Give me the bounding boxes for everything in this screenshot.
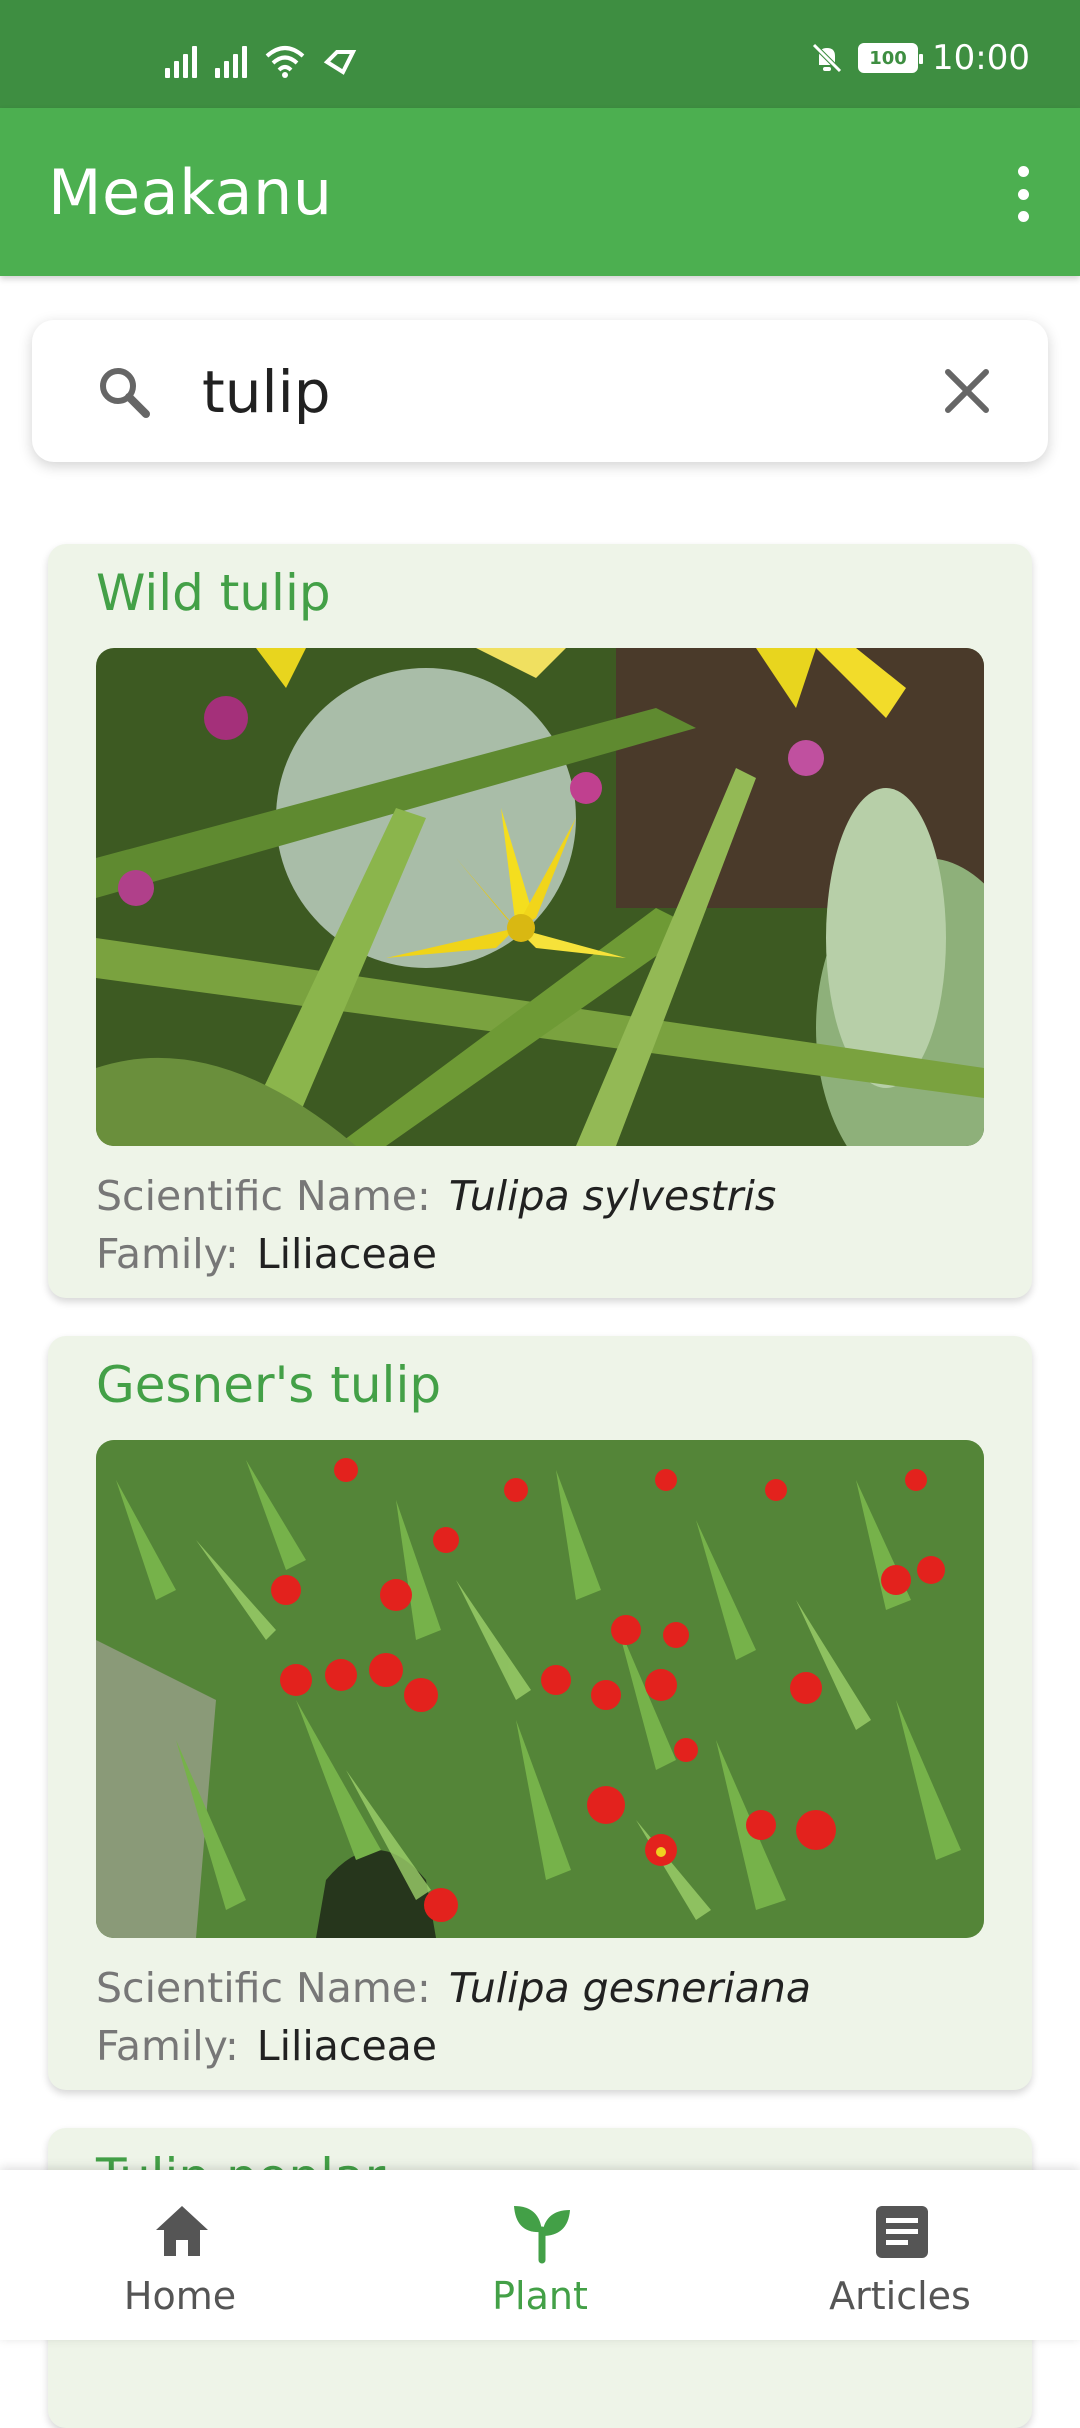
family-label: Family: <box>96 1230 239 1278</box>
scientific-name-label: Scientific Name: <box>96 1172 431 1220</box>
family-row: Family: Liliaceae <box>96 2022 437 2070</box>
scientific-name-row: Scientific Name: Tulipa gesneriana <box>96 1964 811 2012</box>
bottom-navigation: Home Plant Articles <box>0 2170 1080 2340</box>
plant-common-name: Wild tulip <box>96 564 331 622</box>
family-label: Family: <box>96 2022 239 2070</box>
plant-card[interactable]: Gesner's tulip Scientific Name: Tulipa g… <box>48 1336 1032 2090</box>
status-bar: 100 10:00 <box>0 0 1080 108</box>
plant-photo <box>96 1440 984 1938</box>
scientific-name-value: Tulipa gesneriana <box>448 1964 811 2012</box>
plant-photo <box>96 648 984 1146</box>
family-value: Liliaceae <box>256 1230 438 1278</box>
plant-common-name: Gesner's tulip <box>96 1356 442 1414</box>
search-icon <box>100 368 150 418</box>
nav-item-articles[interactable]: Articles <box>720 2170 1080 2340</box>
data-saver-icon <box>323 50 357 75</box>
nav-label-articles: Articles <box>829 2274 971 2318</box>
clock: 10:00 <box>932 38 1030 78</box>
scientific-name-row: Scientific Name: Tulipa sylvestris <box>96 1172 776 1220</box>
sprout-icon <box>514 2206 570 2264</box>
status-icons-right: 100 10:00 <box>810 38 1030 78</box>
family-row: Family: Liliaceae <box>96 1230 437 1278</box>
app-title: Meakanu <box>48 156 333 229</box>
more-options-icon[interactable] <box>1008 166 1038 222</box>
scientific-name-value: Tulipa sylvestris <box>448 1172 777 1220</box>
scientific-name-label: Scientific Name: <box>96 1964 431 2012</box>
plant-card[interactable]: Wild tulip Scientific Name: Tulipa sylve… <box>48 544 1032 1298</box>
nav-label-home: Home <box>123 2274 237 2318</box>
signal-icon <box>215 46 247 78</box>
search-bar <box>32 320 1048 462</box>
family-value: Liliaceae <box>256 2022 438 2070</box>
mute-bell-icon <box>812 43 842 73</box>
home-icon <box>156 2206 208 2256</box>
signal-icon <box>165 46 197 78</box>
nav-label-plant: Plant <box>492 2274 588 2318</box>
status-icons-left <box>165 44 357 78</box>
app-bar: Meakanu <box>0 108 1080 276</box>
search-input[interactable] <box>200 352 924 432</box>
battery-icon: 100 <box>858 43 924 73</box>
nav-item-home[interactable]: Home <box>0 2170 360 2340</box>
wifi-icon <box>265 46 305 78</box>
clear-icon[interactable] <box>938 362 996 420</box>
article-icon <box>876 2206 928 2258</box>
nav-item-plant[interactable]: Plant <box>360 2170 720 2340</box>
